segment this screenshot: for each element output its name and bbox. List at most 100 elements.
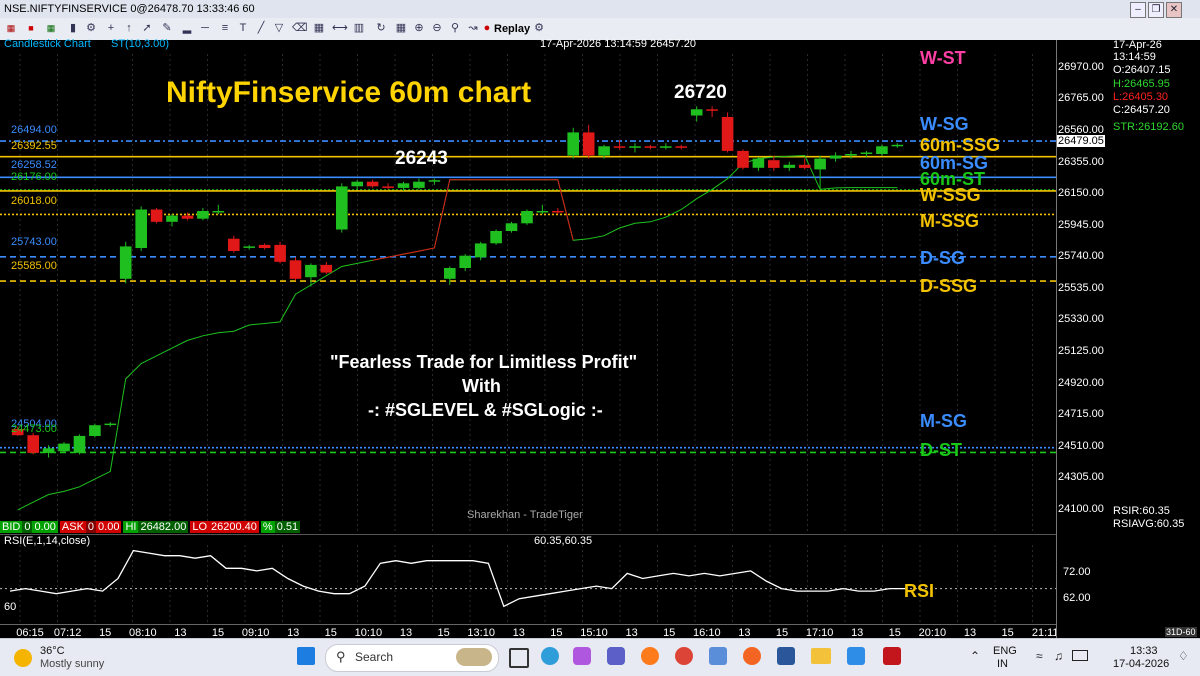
task-view-icon[interactable] <box>509 648 529 668</box>
crosshair-icon[interactable]: + <box>104 21 118 35</box>
candle-body <box>42 448 55 453</box>
level-value-60m-ssg: 26392.55 <box>11 140 57 152</box>
weather-desc[interactable]: Mostly sunny <box>40 658 104 670</box>
clock-time[interactable]: 13:33 <box>1130 645 1158 657</box>
stop-icon[interactable]: ■ <box>24 21 38 35</box>
teams-icon[interactable] <box>607 647 625 665</box>
settings-icon[interactable]: ⚙ <box>84 21 98 35</box>
zoom-in-icon[interactable]: ⊕ <box>412 21 426 35</box>
supertrend-red-segment <box>372 179 574 261</box>
trading-app-icon[interactable] <box>709 647 727 665</box>
candle-body <box>58 443 70 452</box>
layout-icon[interactable]: ▦ <box>312 21 326 35</box>
minimize-icon[interactable]: – <box>1130 2 1146 18</box>
indicator-label: ST(10,3.00) <box>111 38 170 50</box>
copilot-icon[interactable] <box>573 647 591 665</box>
timeframe-corner: 31D-60 <box>1165 627 1197 637</box>
rsi-rsir: RSIR:60.35 <box>1113 505 1170 517</box>
candle-body <box>829 155 842 159</box>
start-icon[interactable] <box>297 647 315 665</box>
candle-body <box>536 211 549 213</box>
eraser-icon[interactable]: ⌫ <box>292 21 308 35</box>
mcafee-icon[interactable] <box>883 647 901 665</box>
chrome-icon[interactable] <box>675 647 693 665</box>
gear-icon[interactable]: ⚙ <box>532 21 546 35</box>
firefox-icon[interactable] <box>641 647 659 665</box>
candle-body <box>413 181 425 188</box>
edge-icon[interactable] <box>541 647 559 665</box>
restore-icon[interactable]: ❐ <box>1148 2 1164 18</box>
candle-body <box>598 146 610 156</box>
multi-chart-icon[interactable]: ▥ <box>352 21 366 35</box>
candle-body <box>243 246 255 248</box>
pen-icon[interactable]: ✎ <box>160 21 174 35</box>
rsi-tick-72: 72.00 <box>1063 566 1091 578</box>
shape-icon[interactable]: ▽ <box>272 21 286 35</box>
battery-icon[interactable] <box>1072 650 1088 661</box>
info-date: 17-Apr-26 <box>1113 39 1162 51</box>
intraday-icon[interactable]: ▦ <box>4 21 18 35</box>
hi-label: HI <box>123 521 139 533</box>
swing-high-label: 26243 <box>395 148 448 169</box>
line-chart-icon[interactable]: ↝ <box>466 21 480 35</box>
price-chart[interactable]: Candlestick Chart ST(10,3.00) 17-Apr-202… <box>0 38 1056 533</box>
level-value-60m-st: 26176.00 <box>11 171 57 183</box>
hline-icon[interactable]: ─ <box>198 21 212 35</box>
chevron-up-icon[interactable]: ⌃ <box>970 649 980 663</box>
info-close: C:26457.20 <box>1113 104 1170 116</box>
ruler-icon[interactable]: ╱ <box>254 21 268 35</box>
candle-body <box>166 215 178 222</box>
candle-body <box>73 435 86 453</box>
close-icon[interactable]: ✕ <box>1166 2 1182 18</box>
price-chart-canvas <box>0 54 1056 533</box>
info-open: O:26407.15 <box>1113 64 1171 76</box>
speaker-icon[interactable]: ♫ <box>1054 649 1063 663</box>
rsi-panel[interactable]: RSI(E,1,14,close) 60.35,60.35 60 RSI <box>0 534 1056 625</box>
trendline-icon[interactable]: ➚ <box>140 21 154 35</box>
language-code[interactable]: ENG <box>993 645 1017 657</box>
chart-type-label: Candlestick Chart <box>4 38 91 50</box>
replay-button[interactable]: Replay <box>494 21 530 37</box>
candle-body <box>660 146 672 148</box>
grid-icon[interactable]: ▦ <box>394 21 408 35</box>
weather-temp[interactable]: 36°C <box>40 645 65 657</box>
refresh-icon[interactable]: ↻ <box>374 21 388 35</box>
rsi-left-level: 60 <box>4 601 17 613</box>
ask-price: 0.00 <box>96 521 122 533</box>
replay-icon[interactable]: ● <box>480 21 494 35</box>
bid-price: 0.00 <box>32 521 58 533</box>
bar-chart-icon[interactable]: ▮ <box>66 21 80 35</box>
level-label-w-sg: W-SG <box>920 114 969 134</box>
text-tool-icon[interactable]: T <box>236 21 250 35</box>
price-axis-tick: 24100.00 <box>1058 502 1104 515</box>
weather-sun-icon[interactable] <box>14 649 32 667</box>
file-explorer-icon[interactable] <box>811 648 831 664</box>
price-axis[interactable]: 26970.00 26765.00 26560.00 26355.00 26150.00… <box>1056 39 1200 638</box>
candle-body <box>336 186 348 230</box>
taskbar-search[interactable]: ⚲ Search <box>325 644 499 672</box>
photos-icon[interactable] <box>847 647 865 665</box>
volume-icon[interactable]: ▂ <box>180 21 194 35</box>
candle-body <box>27 435 39 453</box>
fib-icon[interactable]: ≡ <box>218 21 232 35</box>
candle-body <box>104 423 117 426</box>
notification-bell-icon[interactable]: ♢ <box>1178 649 1189 663</box>
arrow-up-icon[interactable]: ↑ <box>122 21 136 35</box>
rsi-tick-62: 62.00 <box>1063 592 1091 604</box>
sharekhan-icon[interactable] <box>743 647 761 665</box>
zoom-out-icon[interactable]: ⊖ <box>430 21 444 35</box>
price-axis-tick: 26765.00 <box>1058 92 1104 105</box>
pct-label: % <box>260 521 275 533</box>
candle-body <box>351 181 363 187</box>
wifi-icon[interactable]: ≈ <box>1036 649 1043 663</box>
candle-body <box>119 246 132 279</box>
bid-qty: 0 <box>22 521 33 533</box>
level-value-d-ssg: 25585.00 <box>11 260 57 272</box>
candle-body <box>428 180 441 182</box>
language-region[interactable]: IN <box>997 658 1008 670</box>
word-icon[interactable] <box>777 647 795 665</box>
arrows-icon[interactable]: ⟷ <box>332 21 348 35</box>
magnifier-icon[interactable]: ⚲ <box>448 21 462 35</box>
clock-date[interactable]: 17-04-2026 <box>1113 658 1169 670</box>
tbt-icon[interactable]: ▦ <box>44 21 58 35</box>
